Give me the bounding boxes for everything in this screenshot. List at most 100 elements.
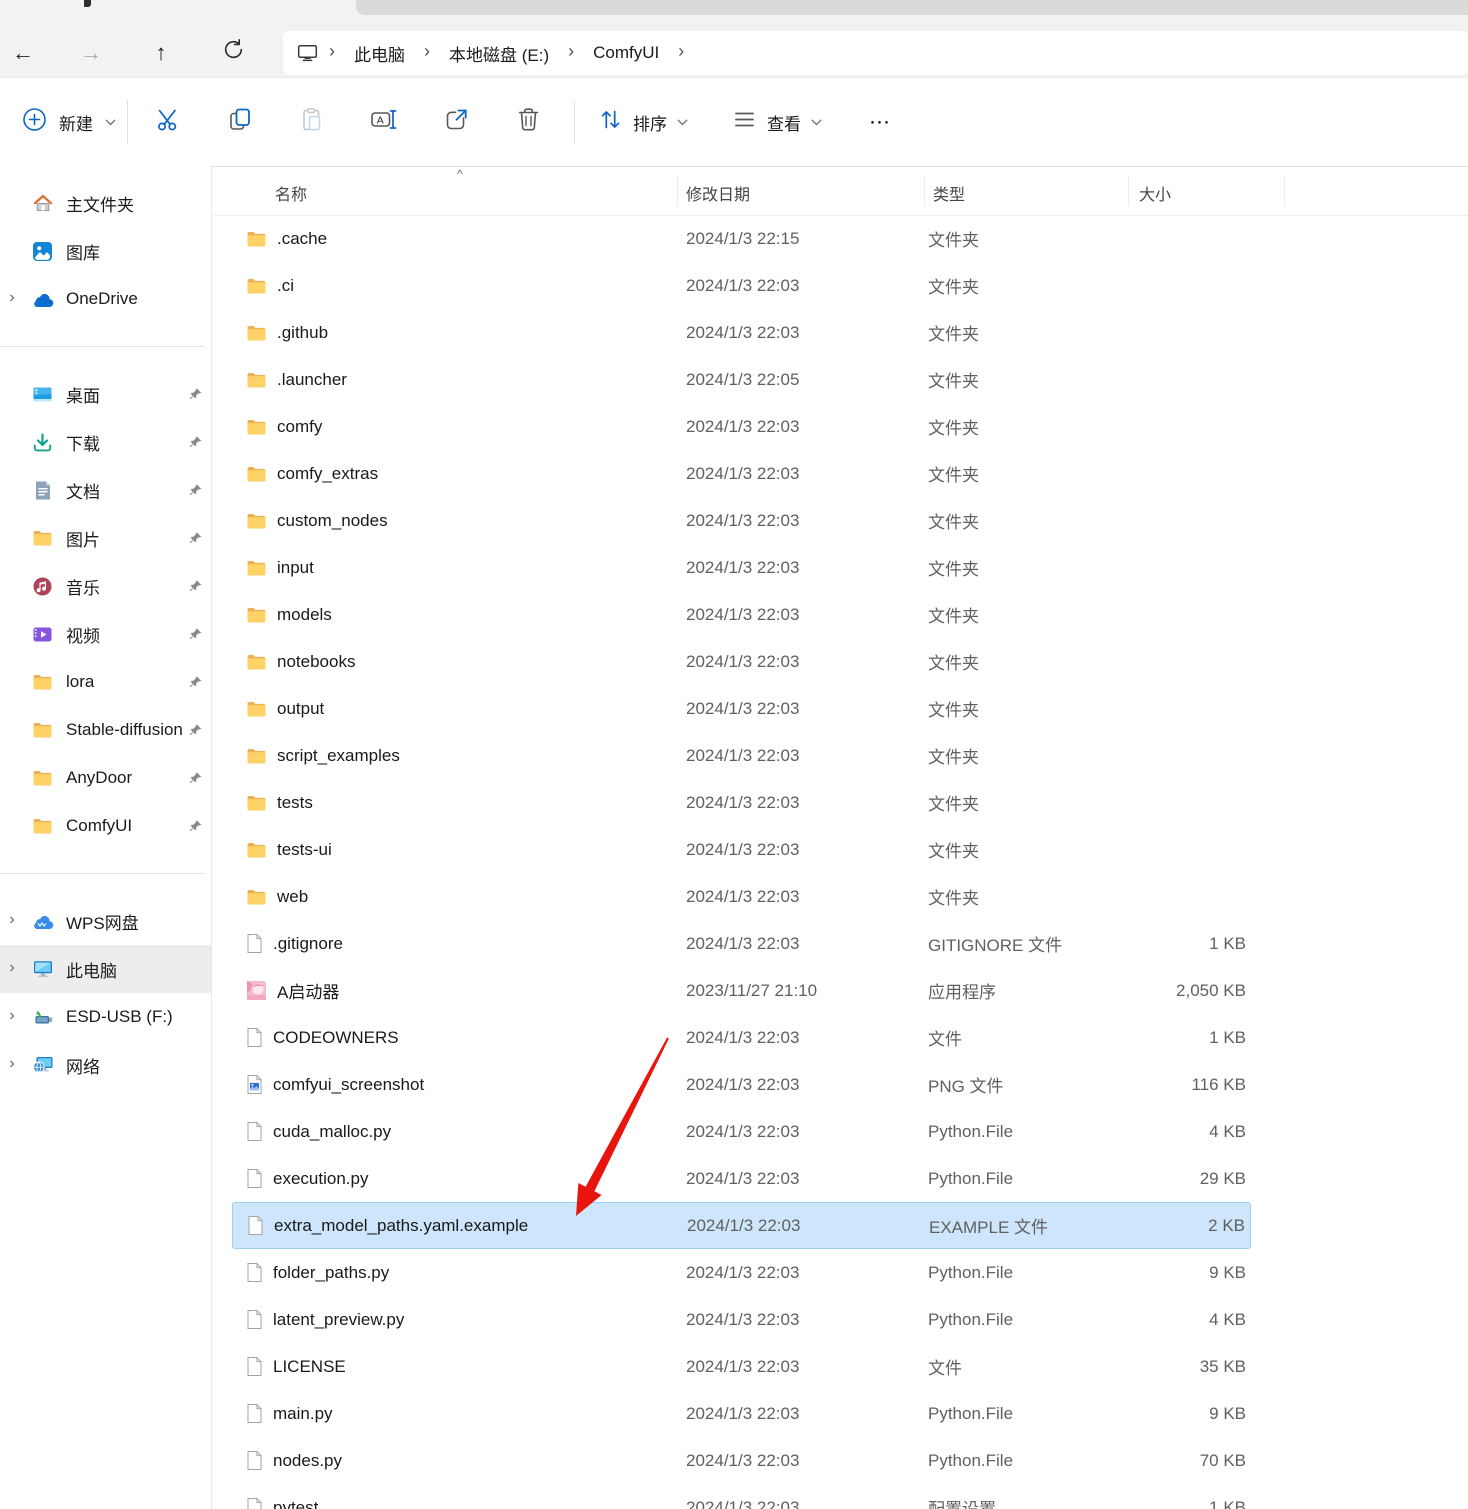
file-date: 2024/1/3 22:03 bbox=[686, 698, 800, 718]
sidebar-item-onedrive[interactable]: › OneDrive bbox=[0, 275, 211, 323]
sidebar-item-comfyui[interactable]: ComfyUI bbox=[0, 802, 211, 850]
file-row[interactable]: notebooks 2024/1/3 22:03 文件夹 bbox=[232, 638, 1251, 685]
delete-button[interactable] bbox=[500, 94, 556, 150]
up-button[interactable]: ↑ bbox=[140, 34, 182, 72]
chevron-right-icon[interactable]: › bbox=[5, 911, 19, 929]
column-divider[interactable] bbox=[677, 176, 678, 206]
copy-button[interactable] bbox=[212, 94, 268, 150]
file-name: cuda_malloc.py bbox=[273, 1121, 392, 1141]
file-type: Python.File bbox=[928, 1168, 1014, 1188]
sort-button[interactable]: 排序 bbox=[588, 99, 698, 145]
file-name: .ci bbox=[277, 275, 294, 295]
sidebar-item-this-pc[interactable]: › 此电脑 bbox=[0, 945, 211, 993]
file-row[interactable]: .cache 2024/1/3 22:15 文件夹 bbox=[232, 215, 1251, 262]
share-button[interactable] bbox=[428, 94, 484, 150]
file-type: 文件夹 bbox=[928, 654, 979, 673]
sidebar-item-gallery[interactable]: 图库 bbox=[0, 227, 211, 275]
file-row[interactable]: folder_paths.py 2024/1/3 22:03 Python.File… bbox=[232, 1249, 1251, 1296]
breadcrumb-comfyui[interactable]: ComfyUI bbox=[583, 39, 669, 67]
sidebar-item-stable-diffusion[interactable]: Stable-diffusion bbox=[0, 706, 211, 754]
file-row[interactable]: execution.py 2024/1/3 22:03 Python.File 29 … bbox=[232, 1155, 1251, 1202]
file-row[interactable]: CODEOWNERS 2024/1/3 22:03 文件 1 KB bbox=[232, 1014, 1251, 1061]
sidebar-item-network[interactable]: › 网络 bbox=[0, 1041, 211, 1089]
file-size: 116 KB bbox=[1191, 1074, 1246, 1094]
file-row[interactable]: .launcher 2024/1/3 22:05 文件夹 bbox=[232, 356, 1251, 403]
file-row[interactable]: main.py 2024/1/3 22:03 Python.File 9 KB bbox=[232, 1390, 1251, 1437]
file-row[interactable]: tests 2024/1/3 22:03 文件夹 bbox=[232, 779, 1251, 826]
file-row[interactable]: .ci 2024/1/3 22:03 文件夹 bbox=[232, 262, 1251, 309]
sidebar-item-lora[interactable]: lora bbox=[0, 658, 211, 706]
file-row[interactable]: input 2024/1/3 22:03 文件夹 bbox=[232, 544, 1251, 591]
file-row[interactable]: latent_preview.py 2024/1/3 22:03 Python.Fi… bbox=[232, 1296, 1251, 1343]
file-row[interactable]: output 2024/1/3 22:03 文件夹 bbox=[232, 685, 1251, 732]
chevron-right-icon[interactable]: › bbox=[5, 1055, 19, 1073]
column-divider[interactable] bbox=[1284, 176, 1285, 206]
folder-icon bbox=[247, 795, 266, 811]
paste-button[interactable] bbox=[284, 94, 340, 150]
folder-icon bbox=[31, 770, 54, 786]
file-row[interactable]: web 2024/1/3 22:03 文件夹 bbox=[232, 873, 1251, 920]
file-row[interactable]: .github 2024/1/3 22:03 文件夹 bbox=[232, 309, 1251, 356]
file-row[interactable]: tests-ui 2024/1/3 22:03 文件夹 bbox=[232, 826, 1251, 873]
sidebar-item-label: 图片 bbox=[66, 530, 100, 550]
file-row[interactable]: pytest 2024/1/3 22:03 配置设置 1 KB bbox=[232, 1484, 1251, 1509]
chevron-right-icon[interactable]: › bbox=[5, 289, 19, 307]
refresh-button[interactable] bbox=[212, 34, 254, 72]
file-row[interactable]: comfy_extras 2024/1/3 22:03 文件夹 bbox=[232, 450, 1251, 497]
file-date: 2024/1/3 22:03 bbox=[686, 1121, 800, 1141]
forward-button[interactable]: → bbox=[70, 34, 112, 72]
file-row[interactable]: comfyui_screenshot 2024/1/3 22:03 PNG 文件 11… bbox=[232, 1061, 1251, 1108]
chevron-right-icon[interactable]: › bbox=[5, 1007, 19, 1025]
column-header-size[interactable]: 大小 bbox=[1139, 180, 1171, 204]
file-row[interactable]: comfy 2024/1/3 22:03 文件夹 bbox=[232, 403, 1251, 450]
more-options-button[interactable]: ⋯ bbox=[858, 102, 902, 142]
folder-icon bbox=[247, 419, 266, 435]
sidebar-item-videos[interactable]: 视频 bbox=[0, 610, 211, 658]
sidebar-item-home[interactable]: 主文件夹 bbox=[0, 179, 211, 227]
file-name: main.py bbox=[273, 1403, 333, 1423]
file-row[interactable]: custom_nodes 2024/1/3 22:03 文件夹 bbox=[232, 497, 1251, 544]
breadcrumb[interactable]: › 此电脑 › 本地磁盘 (E:) › ComfyUI › bbox=[283, 31, 1468, 75]
folder-icon bbox=[247, 560, 266, 576]
file-row[interactable]: LICENSE 2024/1/3 22:03 文件 35 KB bbox=[232, 1343, 1251, 1390]
sidebar-item-pictures[interactable]: 图片 bbox=[0, 514, 211, 562]
column-header-name[interactable]: 名称 bbox=[275, 180, 307, 204]
sidebar-item-desktop[interactable]: 桌面 bbox=[0, 370, 211, 418]
column-divider[interactable] bbox=[924, 176, 925, 206]
sidebar-item-esd-usb[interactable]: › ESD-USB (F:) bbox=[0, 993, 211, 1041]
sidebar-item-documents[interactable]: 文档 bbox=[0, 466, 211, 514]
column-divider[interactable] bbox=[1128, 176, 1129, 206]
breadcrumb-this-pc[interactable]: 此电脑 bbox=[344, 37, 415, 70]
computer-icon bbox=[31, 960, 54, 978]
file-row[interactable]: A启动器 2023/11/27 21:10 应用程序 2,050 KB bbox=[232, 967, 1251, 1014]
file-type: 文件夹 bbox=[928, 795, 979, 814]
pin-icon bbox=[189, 772, 202, 785]
sidebar-item-anydoor[interactable]: AnyDoor bbox=[0, 754, 211, 802]
sidebar-item-wps-cloud[interactable]: › WPS网盘 bbox=[0, 897, 211, 945]
file-name: comfy_extras bbox=[277, 463, 379, 483]
sidebar-item-music[interactable]: 音乐 bbox=[0, 562, 211, 610]
window-tab-strip bbox=[0, 0, 1468, 28]
file-row[interactable]: .gitignore 2024/1/3 22:03 GITIGNORE 文件 1 KB bbox=[232, 920, 1251, 967]
file-row[interactable]: nodes.py 2024/1/3 22:03 Python.File 70 KB bbox=[232, 1437, 1251, 1484]
pin-icon bbox=[189, 676, 202, 689]
file-icon bbox=[247, 1028, 262, 1047]
file-type: 文件夹 bbox=[928, 889, 979, 908]
chevron-right-icon: › bbox=[329, 41, 335, 61]
view-button[interactable]: 查看 bbox=[722, 99, 832, 145]
column-header-type[interactable]: 类型 bbox=[933, 180, 965, 204]
breadcrumb-local-disk-e[interactable]: 本地磁盘 (E:) bbox=[439, 37, 559, 70]
chevron-right-icon[interactable]: › bbox=[5, 959, 19, 977]
file-row[interactable]: script_examples 2024/1/3 22:03 文件夹 bbox=[232, 732, 1251, 779]
file-row[interactable]: cuda_malloc.py 2024/1/3 22:03 Python.File 4… bbox=[232, 1108, 1251, 1155]
file-name-cell: pytest bbox=[247, 1484, 318, 1509]
file-date: 2024/1/3 22:15 bbox=[686, 228, 800, 248]
new-button[interactable]: 新建 bbox=[12, 99, 126, 145]
column-header-date-modified[interactable]: 修改日期 bbox=[686, 180, 750, 204]
rename-button[interactable]: A bbox=[356, 94, 412, 150]
file-row[interactable]: models 2024/1/3 22:03 文件夹 bbox=[232, 591, 1251, 638]
cut-button[interactable] bbox=[140, 94, 196, 150]
back-button[interactable]: ← bbox=[2, 34, 44, 72]
sidebar-item-downloads[interactable]: 下载 bbox=[0, 418, 211, 466]
file-row[interactable]: extra_model_paths.yaml.example 2024/1/3 2… bbox=[232, 1202, 1251, 1249]
